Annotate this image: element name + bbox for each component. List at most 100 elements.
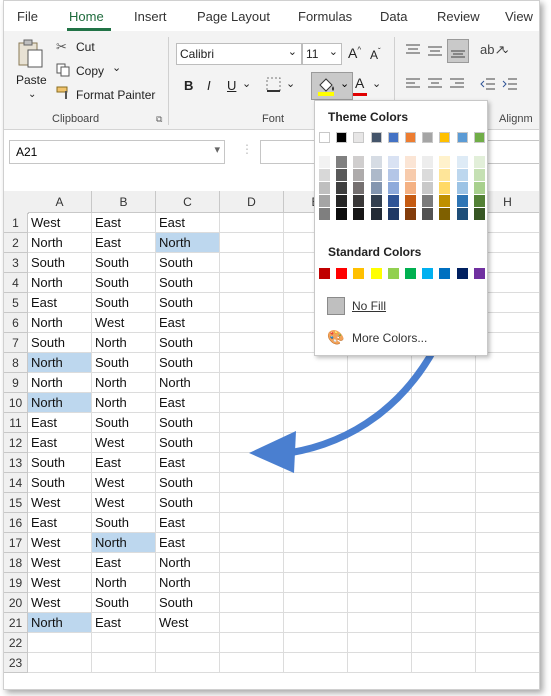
table-cell[interactable] — [220, 393, 284, 413]
row-header[interactable]: 9 — [4, 373, 28, 393]
table-cell[interactable] — [476, 653, 539, 673]
table-cell[interactable] — [284, 353, 348, 373]
standard-color-swatch[interactable] — [336, 268, 348, 279]
table-cell[interactable] — [284, 573, 348, 593]
table-cell[interactable] — [348, 373, 412, 393]
table-cell[interactable]: North — [92, 533, 156, 553]
theme-shade-swatch[interactable] — [422, 169, 434, 181]
table-cell[interactable] — [92, 633, 156, 653]
grow-font-button[interactable]: A^ — [348, 45, 361, 61]
tab-home[interactable]: Home — [69, 9, 104, 24]
theme-shade-swatch[interactable] — [473, 169, 485, 181]
table-cell[interactable]: South — [92, 293, 156, 313]
table-cell[interactable] — [348, 393, 412, 413]
theme-shade-swatch[interactable] — [439, 182, 451, 194]
table-cell[interactable]: South — [156, 433, 220, 453]
theme-shade-swatch[interactable] — [387, 156, 399, 168]
paste-icon[interactable] — [16, 39, 46, 74]
table-cell[interactable] — [412, 473, 476, 493]
table-cell[interactable] — [348, 433, 412, 453]
table-cell[interactable] — [476, 493, 539, 513]
table-cell[interactable] — [220, 573, 284, 593]
theme-shade-swatch[interactable] — [336, 182, 348, 194]
theme-shade-swatch[interactable] — [456, 208, 468, 220]
table-cell[interactable]: South — [156, 293, 220, 313]
tab-file[interactable]: File — [17, 9, 38, 24]
table-cell[interactable]: South — [156, 333, 220, 353]
copy-dropdown-icon[interactable]: ⌄ — [112, 61, 121, 74]
standard-color-swatch[interactable] — [422, 268, 434, 279]
table-cell[interactable] — [476, 553, 539, 573]
table-cell[interactable] — [412, 653, 476, 673]
table-cell[interactable]: North — [28, 613, 92, 633]
theme-shade-swatch[interactable] — [353, 182, 365, 194]
increase-indent-icon[interactable] — [502, 77, 518, 96]
table-cell[interactable] — [476, 573, 539, 593]
table-cell[interactable] — [220, 333, 284, 353]
theme-shade-swatch[interactable] — [353, 195, 365, 207]
table-cell[interactable]: West — [92, 473, 156, 493]
copy-icon[interactable] — [56, 63, 70, 82]
table-cell[interactable]: South — [28, 253, 92, 273]
theme-shade-swatch[interactable] — [422, 208, 434, 220]
table-cell[interactable] — [220, 553, 284, 573]
theme-shade-swatch[interactable] — [473, 182, 485, 194]
table-cell[interactable] — [220, 633, 284, 653]
table-cell[interactable]: East — [92, 613, 156, 633]
table-cell[interactable] — [476, 473, 539, 493]
table-cell[interactable]: East — [156, 393, 220, 413]
bottom-align-icon[interactable] — [447, 39, 469, 63]
table-cell[interactable]: South — [156, 593, 220, 613]
table-cell[interactable] — [412, 553, 476, 573]
theme-shade-swatch[interactable] — [405, 156, 416, 168]
cut-button[interactable]: Cut — [76, 40, 95, 54]
theme-shade-swatch[interactable] — [319, 156, 330, 168]
column-header-b[interactable]: B — [92, 191, 156, 213]
table-cell[interactable] — [348, 493, 412, 513]
theme-shade-swatch[interactable] — [370, 169, 382, 181]
table-cell[interactable]: North — [92, 393, 156, 413]
theme-color-swatch[interactable] — [473, 132, 485, 143]
standard-color-swatch[interactable] — [473, 268, 485, 279]
table-cell[interactable]: East — [92, 233, 156, 253]
table-cell[interactable] — [476, 633, 539, 653]
table-cell[interactable]: South — [28, 453, 92, 473]
table-cell[interactable] — [348, 653, 412, 673]
table-cell[interactable] — [476, 593, 539, 613]
table-cell[interactable] — [412, 373, 476, 393]
standard-color-swatch[interactable] — [370, 268, 382, 279]
row-header[interactable]: 12 — [4, 433, 28, 453]
theme-shade-swatch[interactable] — [422, 156, 434, 168]
table-cell[interactable] — [412, 633, 476, 653]
theme-shade-swatch[interactable] — [456, 169, 468, 181]
theme-shade-swatch[interactable] — [319, 169, 330, 181]
font-color-dropdown-icon[interactable]: ⌄ — [372, 77, 381, 90]
theme-shade-swatch[interactable] — [473, 208, 485, 220]
middle-align-icon[interactable] — [427, 43, 443, 62]
row-header[interactable]: 17 — [4, 533, 28, 553]
table-cell[interactable] — [412, 393, 476, 413]
table-cell[interactable]: West — [28, 573, 92, 593]
theme-shade-swatch[interactable] — [387, 195, 399, 207]
tab-data[interactable]: Data — [380, 9, 407, 24]
table-cell[interactable] — [284, 553, 348, 573]
table-cell[interactable]: West — [28, 213, 92, 233]
table-cell[interactable] — [348, 633, 412, 653]
table-cell[interactable] — [284, 473, 348, 493]
row-header[interactable]: 19 — [4, 573, 28, 593]
theme-color-swatch[interactable] — [319, 132, 330, 143]
copy-button[interactable]: Copy — [76, 64, 104, 78]
table-cell[interactable] — [412, 573, 476, 593]
row-header[interactable]: 15 — [4, 493, 28, 513]
theme-shade-swatch[interactable] — [422, 182, 434, 194]
table-cell[interactable]: North — [156, 573, 220, 593]
theme-shade-swatch[interactable] — [456, 195, 468, 207]
shrink-font-button[interactable]: Aˇ — [370, 47, 381, 62]
column-header-d[interactable]: D — [220, 191, 284, 213]
table-cell[interactable]: East — [156, 313, 220, 333]
row-header[interactable]: 10 — [4, 393, 28, 413]
table-cell[interactable] — [28, 633, 92, 653]
table-cell[interactable] — [220, 233, 284, 253]
table-cell[interactable]: North — [28, 353, 92, 373]
table-cell[interactable]: West — [156, 613, 220, 633]
